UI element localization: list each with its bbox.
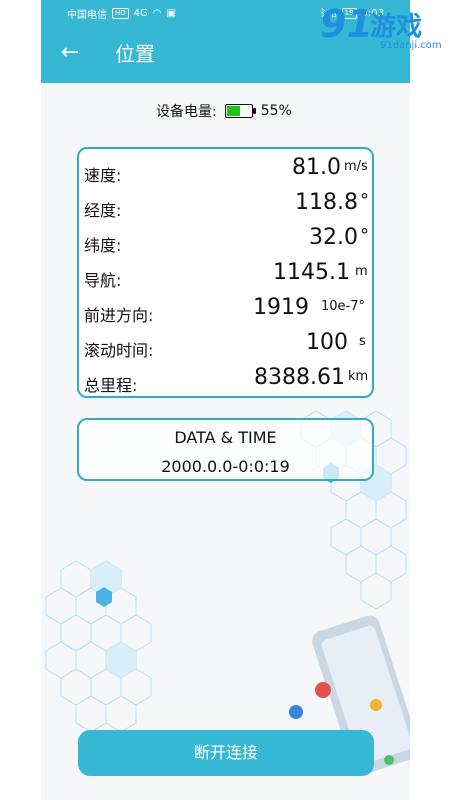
- page-title: 位置: [115, 42, 155, 66]
- datetime-card: DATA & TIME 2000.0.0-0:0:19: [77, 418, 374, 481]
- info-value: 1145.1: [273, 260, 350, 285]
- info-row-navigation: 导航: 1145.1 m: [79, 260, 372, 294]
- info-value: 118.8: [295, 190, 358, 215]
- info-label: 导航:: [84, 271, 122, 290]
- battery-level-fill: [226, 106, 240, 116]
- info-label: 前进方向:: [84, 306, 154, 325]
- info-unit: m: [355, 264, 368, 279]
- datetime-title: DATA & TIME: [174, 428, 277, 447]
- watermark-text: 游戏: [370, 12, 423, 42]
- info-label: 速度:: [84, 166, 122, 185]
- info-value: 81.0: [292, 155, 341, 180]
- info-value: 32.0: [309, 225, 358, 250]
- info-unit: °: [360, 190, 369, 211]
- back-button[interactable]: ←: [57, 40, 83, 66]
- wifi-icon: ◠: [152, 7, 162, 19]
- watermark-url: 91danji.com: [380, 40, 442, 51]
- message-icon: ▣: [166, 7, 176, 19]
- info-row-speed: 速度: 81.0 m/s: [79, 155, 372, 189]
- info-row-roll-time: 滚动时间: 100 s: [79, 330, 372, 364]
- info-label: 总里程:: [84, 376, 138, 395]
- info-unit: s: [359, 334, 366, 349]
- device-battery-percent: 55%: [260, 103, 292, 119]
- info-row-heading: 前进方向: 1919 10e-7°: [79, 295, 372, 329]
- battery-icon: [224, 104, 256, 118]
- info-label: 经度:: [84, 201, 122, 220]
- arrow-left-icon: ←: [60, 40, 80, 65]
- network-type-label: 4G: [133, 7, 148, 19]
- disconnect-button[interactable]: 断开连接: [78, 730, 374, 776]
- info-value: 1919: [253, 295, 309, 320]
- info-row-latitude: 纬度: 32.0 °: [79, 225, 372, 259]
- info-unit: m/s: [344, 159, 368, 174]
- device-battery-label: 设备电量:: [156, 104, 217, 120]
- app-screen: 中国电信 HD 4G ◠ ▣ ᛒ ▯ 19 5:03 ← 位置 设备电量: 55…: [41, 0, 410, 800]
- device-battery-row: 设备电量: 55%: [156, 101, 292, 121]
- carrier-label: 中国电信: [67, 9, 107, 21]
- info-label: 滚动时间:: [84, 341, 154, 360]
- info-row-longitude: 经度: 118.8 °: [79, 190, 372, 224]
- info-label: 纬度:: [84, 236, 122, 255]
- info-row-total-mileage: 总里程: 8388.61 km: [79, 365, 372, 399]
- info-unit: 10e-7°: [321, 299, 366, 314]
- info-unit: km: [348, 369, 369, 384]
- watermark-number: 91: [320, 2, 373, 46]
- info-card: 速度: 81.0 m/s 经度: 118.8 ° 纬度: 32.0 ° 导航: …: [77, 147, 374, 398]
- info-value: 8388.61: [254, 365, 345, 390]
- info-unit: °: [360, 225, 369, 246]
- hd-badge: HD: [112, 7, 129, 19]
- datetime-value: 2000.0.0-0:0:19: [161, 457, 290, 476]
- site-watermark: 91 游戏 91danji.com: [318, 2, 450, 62]
- info-value: 100: [306, 330, 348, 355]
